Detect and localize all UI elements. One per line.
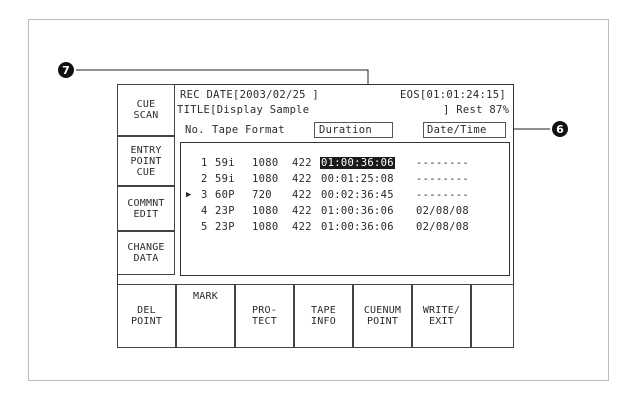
row-no: 2 (201, 173, 208, 185)
eos-timecode: EOS[01:01:24:15] (400, 89, 506, 101)
change-data-button[interactable]: CHANGE DATA (117, 231, 175, 275)
row-resolution: 1080 (252, 173, 279, 185)
comment-edit-button[interactable]: COMMNT EDIT (117, 186, 175, 231)
cue-scan-button[interactable]: CUE SCAN (117, 84, 175, 136)
mark-button[interactable]: MARK (176, 284, 235, 348)
row-duration: 00:02:36:45 (321, 189, 394, 201)
row-resolution: 1080 (252, 157, 279, 169)
row-format: 23P (215, 221, 235, 233)
row-format: 59i (215, 157, 235, 169)
row-date: 02/08/08 (416, 221, 469, 233)
col-date-time: Date/Time (427, 124, 487, 136)
row-sampling: 422 (292, 205, 312, 217)
row-sampling: 422 (292, 157, 312, 169)
callout-6: 6 (552, 121, 568, 137)
row-format: 60P (215, 189, 235, 201)
row-sampling: 422 (292, 189, 312, 201)
row-format: 59i (215, 173, 235, 185)
row-duration: 01:00:36:06 (321, 221, 394, 233)
row-resolution: 720 (252, 189, 272, 201)
tape-info-button[interactable]: TAPE INFO (294, 284, 353, 348)
row-resolution: 1080 (252, 221, 279, 233)
row-date: -------- (416, 189, 469, 201)
entry-point-cue-button[interactable]: ENTRY POINT CUE (117, 136, 175, 186)
row-duration: 01:00:36:06 (320, 157, 395, 169)
write-exit-button[interactable]: WRITE/ EXIT (412, 284, 471, 348)
row-sampling: 422 (292, 173, 312, 185)
table-row[interactable]: 5 23P 1080 422 01:00:36:06 02/08/08 (184, 221, 504, 235)
protect-button[interactable]: PRO- TECT (235, 284, 294, 348)
col-tape-format: Tape Format (212, 124, 285, 136)
row-no: 1 (201, 157, 208, 169)
row-date: -------- (416, 173, 469, 185)
rec-date: REC DATE[2003/02/25 ] (180, 89, 320, 101)
table-row[interactable]: 2 59i 1080 422 00:01:25:08 -------- (184, 173, 504, 187)
blank-button[interactable] (471, 284, 514, 348)
cuenum-point-button[interactable]: CUENUM POINT (353, 284, 412, 348)
row-date: -------- (416, 157, 469, 169)
row-no: 5 (201, 221, 208, 233)
row-duration: 00:01:25:08 (321, 173, 394, 185)
table-row[interactable]: 4 23P 1080 422 01:00:36:06 02/08/08 (184, 205, 504, 219)
row-cursor: ▶ (186, 190, 192, 200)
row-duration: 01:00:36:06 (321, 205, 394, 217)
row-no: 4 (201, 205, 208, 217)
row-format: 23P (215, 205, 235, 217)
col-no: No. (185, 124, 205, 136)
title-field: TITLE[Display Sample (177, 104, 310, 116)
callout-7: 7 (58, 62, 74, 78)
row-date: 02/08/08 (416, 205, 469, 217)
row-resolution: 1080 (252, 205, 279, 217)
del-point-button[interactable]: DEL POINT (117, 284, 176, 348)
col-duration: Duration (319, 124, 372, 136)
row-sampling: 422 (292, 221, 312, 233)
table-row[interactable]: 1 59i 1080 422 01:00:36:06 -------- (184, 157, 504, 171)
row-no: 3 (201, 189, 208, 201)
table-row[interactable]: ▶ 3 60P 720 422 00:02:36:45 -------- (184, 189, 504, 203)
rest-percent: ] Rest 87% (443, 104, 510, 116)
